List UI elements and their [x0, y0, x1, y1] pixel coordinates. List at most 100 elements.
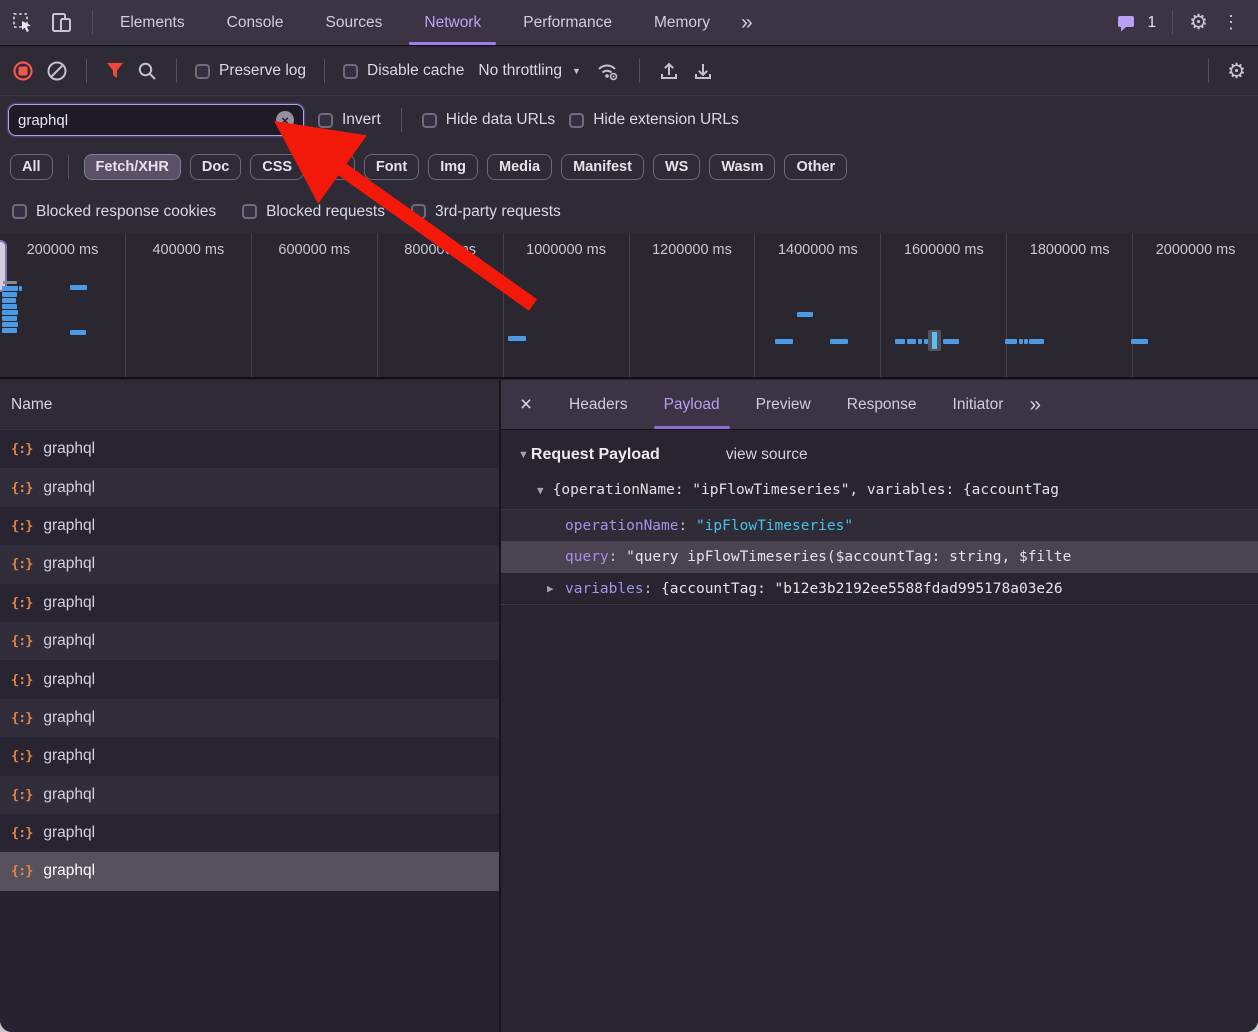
- request-row[interactable]: {:} graphql: [0, 584, 499, 622]
- preserve-log-checkbox[interactable]: Preserve log: [195, 62, 306, 80]
- settings-gear-icon[interactable]: ⚙: [1189, 12, 1208, 33]
- request-row[interactable]: {:} graphql: [0, 814, 499, 852]
- request-row[interactable]: {:} graphql: [0, 622, 499, 660]
- chip-media[interactable]: Media: [487, 154, 552, 180]
- divider: [324, 59, 325, 83]
- chip-img[interactable]: Img: [428, 154, 478, 180]
- tab-sources[interactable]: Sources: [305, 0, 404, 45]
- request-row[interactable]: {:} graphql: [0, 776, 499, 814]
- chip-fetch-xhr[interactable]: Fetch/XHR: [84, 154, 181, 180]
- blocked-response-cookies-checkbox[interactable]: Blocked response cookies: [12, 203, 216, 221]
- network-toolbar: Preserve log Disable cache No throttling…: [0, 47, 1258, 96]
- checkbox-box[interactable]: [422, 113, 437, 128]
- payload-preview-row[interactable]: ▼ {operationName: "ipFlowTimeseries", va…: [537, 482, 1258, 498]
- tab-preview[interactable]: Preview: [738, 380, 829, 429]
- timeline-bar: [895, 339, 905, 344]
- collapse-triangle-icon[interactable]: ▼: [518, 449, 529, 461]
- checkbox-box[interactable]: [242, 204, 257, 219]
- payload-row-operationname[interactable]: operationName: "ipFlowTimeseries": [501, 509, 1258, 541]
- clear-filter-icon[interactable]: ×: [276, 111, 294, 129]
- name-column-header[interactable]: Name: [0, 380, 499, 430]
- more-details-tabs-chevron-icon[interactable]: »: [1021, 393, 1047, 417]
- expand-triangle-icon[interactable]: ▶: [547, 582, 565, 595]
- payload-row-query-selected[interactable]: query: "query ipFlowTimeseries($accountT…: [501, 541, 1258, 573]
- chip-other[interactable]: Other: [784, 154, 847, 180]
- tab-initiator[interactable]: Initiator: [935, 380, 1022, 429]
- request-row[interactable]: {:} graphql: [0, 507, 499, 545]
- request-row-selected[interactable]: {:} graphql: [0, 852, 499, 890]
- more-tabs-chevron-icon[interactable]: »: [731, 11, 761, 35]
- chip-all[interactable]: All: [10, 154, 53, 180]
- preserve-log-label: Preserve log: [219, 62, 306, 80]
- filter-funnel-icon[interactable]: [105, 61, 125, 81]
- divider: [1208, 59, 1209, 83]
- hide-extension-urls-checkbox[interactable]: Hide extension URLs: [569, 111, 739, 129]
- blocked-requests-checkbox[interactable]: Blocked requests: [242, 203, 385, 221]
- request-row[interactable]: {:} graphql: [0, 430, 499, 468]
- throttling-dropdown[interactable]: No throttling ▼: [476, 62, 583, 80]
- timeline-drag-handle[interactable]: [0, 240, 7, 292]
- checkbox-box[interactable]: [195, 64, 210, 79]
- timeline-bar: [797, 312, 813, 317]
- checkbox-box[interactable]: [12, 204, 27, 219]
- tab-console[interactable]: Console: [206, 0, 305, 45]
- import-har-icon[interactable]: [658, 60, 680, 82]
- collapse-triangle-icon[interactable]: ▼: [537, 484, 544, 497]
- timeline-tick: 1800000 ms: [1007, 242, 1132, 258]
- chip-js[interactable]: JS: [313, 154, 355, 180]
- tab-response[interactable]: Response: [829, 380, 935, 429]
- request-row[interactable]: {:} graphql: [0, 545, 499, 583]
- invert-label: Invert: [342, 111, 381, 129]
- issues-count[interactable]: 1: [1148, 14, 1157, 32]
- view-source-link[interactable]: view source: [726, 446, 808, 464]
- checkbox-box[interactable]: [343, 64, 358, 79]
- close-details-icon[interactable]: ×: [501, 393, 551, 417]
- chip-doc[interactable]: Doc: [190, 154, 241, 180]
- inspect-element-icon[interactable]: [12, 12, 34, 34]
- request-name: graphql: [43, 709, 95, 727]
- customize-menu-icon[interactable]: ⋮: [1218, 12, 1244, 33]
- tab-elements[interactable]: Elements: [99, 0, 206, 45]
- devtools-window: Elements Console Sources Network Perform…: [0, 0, 1258, 1032]
- third-party-requests-checkbox[interactable]: 3rd-party requests: [411, 203, 561, 221]
- timeline-bar: [2, 298, 16, 303]
- chip-font[interactable]: Font: [364, 154, 419, 180]
- request-row[interactable]: {:} graphql: [0, 737, 499, 775]
- record-network-log-icon[interactable]: [12, 60, 34, 82]
- request-name: graphql: [43, 747, 95, 765]
- chip-css[interactable]: CSS: [250, 154, 304, 180]
- checkbox-box[interactable]: [411, 204, 426, 219]
- tab-payload[interactable]: Payload: [646, 380, 738, 429]
- request-row[interactable]: {:} graphql: [0, 468, 499, 506]
- hide-data-urls-checkbox[interactable]: Hide data URLs: [422, 111, 555, 129]
- issues-message-icon[interactable]: [1116, 13, 1136, 33]
- network-filter-row: graphql × Invert Hide data URLs Hide ext…: [0, 96, 1258, 144]
- search-icon[interactable]: [137, 61, 158, 82]
- network-settings-gear-icon[interactable]: ⚙: [1227, 61, 1246, 82]
- chip-manifest[interactable]: Manifest: [561, 154, 644, 180]
- request-row[interactable]: {:} graphql: [0, 699, 499, 737]
- device-toolbar-icon[interactable]: [50, 12, 74, 34]
- filter-input[interactable]: graphql ×: [8, 104, 304, 136]
- tab-headers[interactable]: Headers: [551, 380, 646, 429]
- request-name: graphql: [43, 786, 95, 804]
- request-payload-title[interactable]: Request Payload: [531, 446, 660, 464]
- payload-row-variables[interactable]: ▶ variables: {accountTag: "b12e3b2192ee5…: [501, 573, 1258, 605]
- tab-memory[interactable]: Memory: [633, 0, 731, 45]
- checkbox-box[interactable]: [318, 113, 333, 128]
- network-overview-timeline[interactable]: 200000 ms 400000 ms 600000 ms 800000 ms …: [0, 233, 1258, 379]
- clear-network-log-icon[interactable]: [46, 60, 68, 82]
- checkbox-box[interactable]: [569, 113, 584, 128]
- request-name: graphql: [43, 824, 95, 842]
- chip-ws[interactable]: WS: [653, 154, 700, 180]
- disable-cache-checkbox[interactable]: Disable cache: [343, 62, 464, 80]
- hide-data-urls-label: Hide data URLs: [446, 111, 555, 129]
- request-row[interactable]: {:} graphql: [0, 660, 499, 698]
- export-har-icon[interactable]: [692, 60, 714, 82]
- invert-checkbox[interactable]: Invert: [318, 111, 381, 129]
- tab-performance[interactable]: Performance: [502, 0, 633, 45]
- network-conditions-icon[interactable]: [595, 60, 621, 82]
- tab-network[interactable]: Network: [403, 0, 502, 45]
- chip-wasm[interactable]: Wasm: [709, 154, 775, 180]
- divider: [92, 11, 93, 35]
